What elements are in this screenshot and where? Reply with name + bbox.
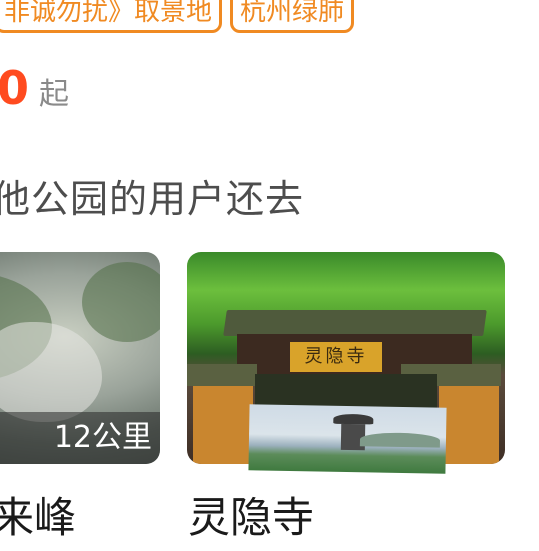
pavilion-roof <box>333 413 374 425</box>
recommend-card-feilaifeng[interactable]: 12公里 <box>0 252 160 464</box>
rock-decor <box>0 322 102 422</box>
gate-wall-right <box>439 386 499 464</box>
distance-text: 12公里 <box>53 420 152 455</box>
tag-row: 非诚勿扰》取景地 杭州绿肺 <box>0 0 355 33</box>
photo-thumbnail[interactable] <box>248 404 447 474</box>
tag-filming-location[interactable]: 非诚勿扰》取景地 <box>0 0 223 33</box>
price-row: 0 起 <box>0 65 69 113</box>
gate-wall-left <box>193 386 253 464</box>
distance-badge: 12公里 <box>0 412 160 464</box>
card-title-lingyin[interactable]: 灵隐寺 <box>188 493 314 543</box>
foliage-decor <box>82 262 160 342</box>
tag-green-lung[interactable]: 杭州绿肺 <box>230 0 355 33</box>
side-roof-left <box>187 364 257 386</box>
gate-roof <box>223 310 487 336</box>
price-suffix: 起 <box>39 77 70 112</box>
price-value: 0 <box>0 61 30 115</box>
distant-hill <box>359 432 441 448</box>
card-title-feilaifeng[interactable]: 来峰 <box>0 493 76 543</box>
temple-plaque: 灵隐寺 <box>290 342 382 372</box>
recommendation-section-title: 他公园的用户还去 <box>0 177 305 221</box>
attraction-page: 非诚勿扰》取景地 杭州绿肺 0 起 他公园的用户还去 12公里 灵隐寺 来峰 灵… <box>0 0 539 551</box>
